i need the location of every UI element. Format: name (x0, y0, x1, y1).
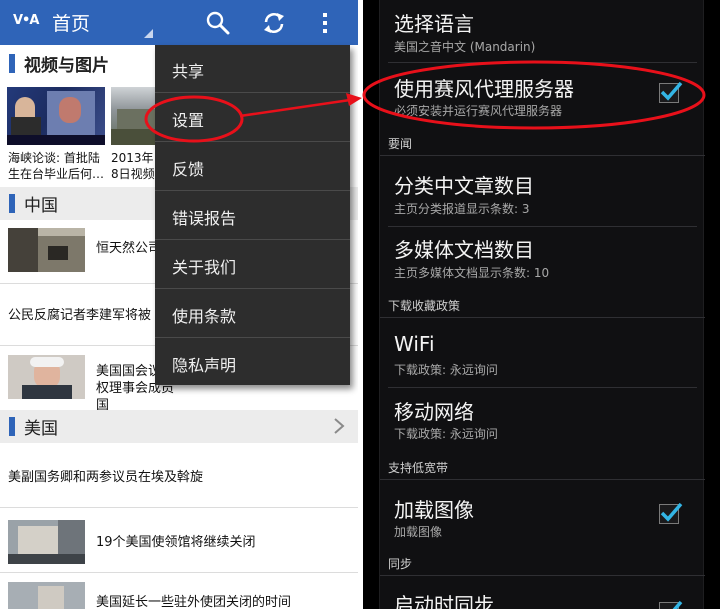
section-header-usa[interactable]: 美国 (0, 410, 358, 443)
menu-item-bug-report[interactable]: 错误报告 (155, 192, 350, 240)
pref-media-count[interactable]: 多媒体文档数目 主页多媒体文档显示条数: 10 (380, 226, 705, 290)
media-caption[interactable]: 2013年8日视频新 (111, 150, 156, 182)
pref-mobile-network[interactable]: 移动网络 下载政策: 永远询问 (380, 388, 705, 452)
page-title[interactable]: 首页 (52, 9, 90, 36)
home-screen: V•A 首页 视频与图片 海峡论谈: 首批陆生在台毕业后何… 2013年8日视频… (0, 0, 358, 609)
news-title[interactable]: 美副国务卿和两参议员在埃及斡旋 (8, 469, 203, 486)
search-icon[interactable] (205, 10, 231, 36)
news-title[interactable]: 恒天然公司 (96, 240, 161, 257)
checkbox-checked-icon[interactable] (659, 502, 683, 524)
overflow-menu: 共享 设置 反馈 错误报告 关于我们 使用条款 隐私声明 (155, 45, 350, 385)
section-marker (9, 194, 15, 213)
category-header: 同步 (380, 552, 705, 576)
media-thumbnail[interactable] (7, 87, 105, 145)
checkbox-checked-icon[interactable] (659, 600, 683, 609)
pref-wifi[interactable]: WiFi 下载政策: 永远询问 (380, 322, 705, 386)
news-title[interactable]: 美国延长一些驻外使团关闭的时间 (96, 594, 291, 609)
action-bar: V•A 首页 (0, 0, 358, 45)
divider (0, 507, 358, 508)
chevron-right-icon[interactable] (333, 417, 345, 435)
menu-item-settings[interactable]: 设置 (155, 94, 350, 142)
pref-load-images[interactable]: 加载图像 加载图像 (380, 484, 705, 548)
pref-summary: 下载政策: 永远询问 (394, 427, 498, 441)
pref-title: 选择语言 (394, 12, 474, 36)
section-marker (9, 54, 15, 73)
section-title: 中国 (24, 196, 58, 216)
pref-title: 使用赛风代理服务器 (394, 77, 574, 101)
news-thumbnail[interactable] (8, 228, 85, 272)
divider (0, 572, 358, 573)
section-marker (9, 417, 15, 436)
pref-category-article-count[interactable]: 分类中文章数目 主页分类报道显示条数: 3 (380, 160, 705, 224)
category-header: 要闻 (380, 132, 705, 156)
pref-title: 分类中文章数目 (394, 174, 534, 198)
pref-title: 加载图像 (394, 498, 474, 522)
news-thumbnail[interactable] (8, 582, 85, 609)
news-title[interactable]: 19个美国使领馆将继续关闭 (96, 534, 256, 551)
pref-summary: 加载图像 (394, 525, 443, 539)
nav-dropdown-indicator[interactable] (144, 29, 153, 38)
pref-summary: 美国之音中文 (Mandarin) (394, 40, 536, 54)
media-caption[interactable]: 海峡论谈: 首批陆生在台毕业后何… (8, 150, 106, 182)
menu-item-terms[interactable]: 使用条款 (155, 290, 350, 338)
overflow-menu-icon[interactable] (318, 10, 332, 36)
pref-summary: 下载政策: 永远询问 (394, 363, 498, 377)
news-thumbnail[interactable] (8, 520, 85, 564)
menu-item-share[interactable]: 共享 (155, 45, 350, 93)
menu-item-about[interactable]: 关于我们 (155, 241, 350, 289)
pref-psiphon-proxy[interactable]: 使用赛风代理服务器 必须安装并运行赛风代理服务器 (380, 63, 705, 127)
section-title: 美国 (24, 419, 58, 439)
pref-title: WiFi (394, 332, 435, 356)
pref-language[interactable]: 选择语言 美国之音中文 (Mandarin) (380, 0, 705, 60)
menu-item-privacy[interactable]: 隐私声明 (155, 339, 350, 387)
checkbox-checked-icon[interactable] (659, 81, 683, 103)
news-title[interactable]: 公民反腐记者李建军将被 (8, 307, 151, 324)
category-header: 支持低宽带 (380, 456, 705, 480)
app-logo: V•A (13, 13, 39, 28)
pref-summary: 主页多媒体文档显示条数: 10 (394, 266, 550, 280)
pref-title: 移动网络 (394, 400, 474, 424)
pref-sync-on-start[interactable]: 启动时同步 (380, 580, 705, 609)
pref-summary: 主页分类报道显示条数: 3 (394, 202, 530, 216)
category-header: 下载收藏政策 (380, 294, 705, 318)
section-title: 视频与图片 (24, 56, 109, 76)
menu-item-feedback[interactable]: 反馈 (155, 143, 350, 191)
pref-title: 多媒体文档数目 (394, 238, 534, 262)
pref-title: 启动时同步 (394, 593, 494, 609)
settings-list: 选择语言 美国之音中文 (Mandarin) 使用赛风代理服务器 必须安装并运行… (379, 0, 705, 609)
news-thumbnail[interactable] (8, 355, 85, 399)
settings-screen: 选择语言 美国之音中文 (Mandarin) 使用赛风代理服务器 必须安装并运行… (363, 0, 720, 609)
pref-summary: 必须安装并运行赛风代理服务器 (394, 104, 563, 118)
refresh-icon[interactable] (261, 10, 287, 36)
